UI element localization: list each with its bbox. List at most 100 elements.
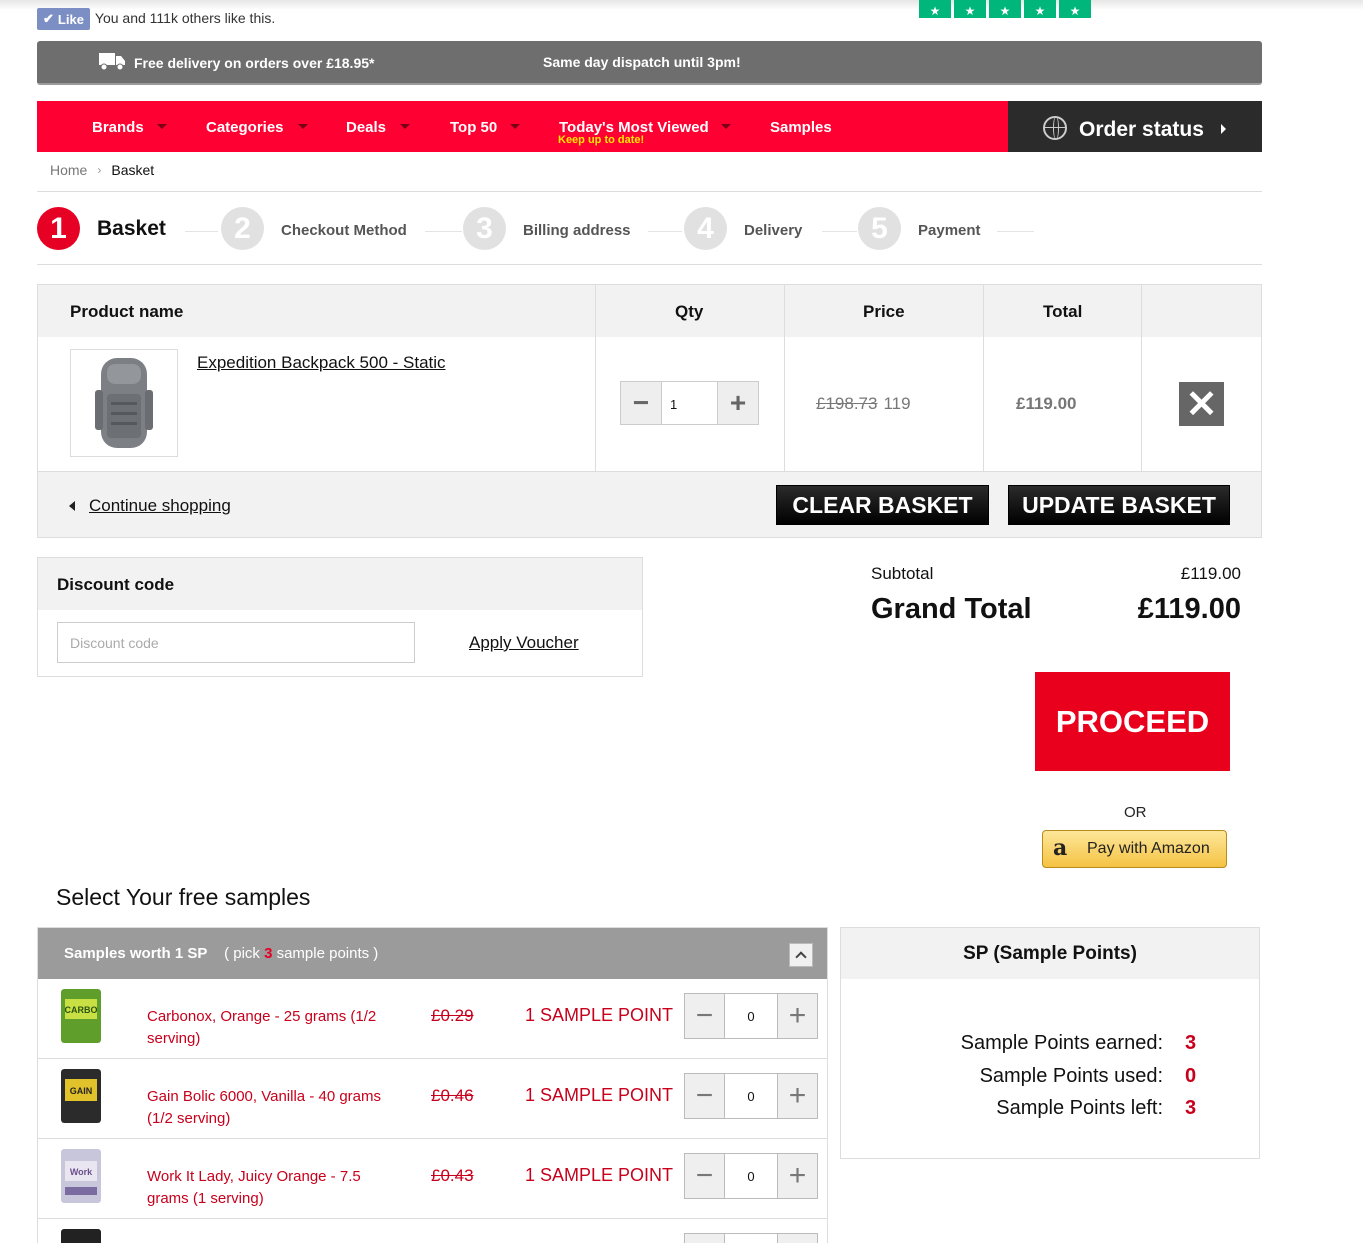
nav-categories[interactable]: Categories [206, 119, 284, 136]
step-basket: 1 Basket [37, 207, 166, 250]
quantity-input[interactable]: 1 [662, 381, 717, 425]
sample-quantity-input[interactable] [725, 1233, 777, 1243]
check-icon: ✔ [43, 11, 54, 26]
step-number: 4 [684, 207, 727, 250]
sample-quantity-stepper: − 0 + [684, 993, 818, 1039]
divider [595, 285, 596, 471]
points-left-row: Sample Points left: 3 [996, 1097, 1196, 1120]
points-left-label: Sample Points left: [996, 1097, 1163, 1119]
facebook-like-bar: ✔ Like You and 111k others like this. [37, 8, 275, 30]
truck-icon [99, 53, 125, 70]
sample-points-panel: SP (Sample Points) Sample Points earned:… [840, 927, 1260, 1159]
delivery-banner: Free delivery on orders over £18.95* Sam… [37, 41, 1262, 85]
sample-quantity-input[interactable]: 0 [725, 993, 777, 1039]
sample-quantity-stepper [684, 1233, 818, 1243]
sample-quantity-stepper: − 0 + [684, 1153, 818, 1199]
plus-icon[interactable] [777, 1233, 818, 1243]
discount-code-input[interactable]: Discount code [57, 622, 415, 663]
facebook-like-button[interactable]: ✔ Like [37, 8, 90, 30]
sample-name[interactable]: Gain Bolic 6000, Vanilla - 40 grams (1/2… [147, 1086, 397, 1130]
samples-group-label: Samples worth 1 SP [64, 945, 208, 962]
collapse-button[interactable] [789, 943, 813, 967]
pay-with-amazon-button[interactable]: a Pay with Amazon [1042, 830, 1227, 868]
sample-thumbnail: Work [61, 1149, 101, 1203]
sample-row: CARBO Carbonox, Orange - 25 grams (1/2 s… [38, 979, 827, 1059]
nav-samples[interactable]: Samples [770, 119, 832, 136]
clear-basket-button[interactable]: CLEAR BASKET [776, 485, 989, 525]
star-icon: ★ [919, 0, 951, 18]
minus-icon[interactable]: − [684, 1153, 725, 1199]
step-number: 5 [858, 207, 901, 250]
plus-icon[interactable]: + [777, 993, 818, 1039]
discount-panel: Discount code Discount code Apply Vouche… [37, 557, 643, 677]
nav-deals[interactable]: Deals [346, 119, 386, 136]
step-checkout-method: 2 Checkout Method [221, 207, 407, 250]
nav-top-50[interactable]: Top 50 [450, 119, 497, 136]
backpack-icon [95, 358, 153, 448]
sample-points: 1 SAMPLE POINT [525, 1005, 674, 1025]
samples-group-header[interactable]: Samples worth 1 SP ( pick 3 sample point… [38, 928, 827, 979]
sample-row-partial [38, 1219, 827, 1243]
amazon-logo-icon: a [1053, 835, 1068, 861]
caret-down-icon [721, 124, 731, 129]
minus-icon[interactable]: − [684, 993, 725, 1039]
quantity-stepper: − 1 + [620, 381, 759, 425]
plus-icon[interactable]: + [777, 1153, 818, 1199]
product-name-link[interactable]: Expedition Backpack 500 - Static [197, 353, 446, 373]
sample-name[interactable]: Work It Lady, Juicy Orange - 7.5 grams (… [147, 1166, 397, 1210]
breadcrumb-home[interactable]: Home [50, 162, 87, 178]
star-icon: ★ [954, 0, 986, 18]
caret-down-icon [298, 124, 308, 129]
sample-quantity-input[interactable]: 0 [725, 1153, 777, 1199]
remove-item-button[interactable]: ✕ [1179, 382, 1224, 426]
star-icon: ★ [1059, 0, 1091, 18]
minus-icon[interactable]: − [620, 381, 662, 425]
item-total: £119.00 [1016, 394, 1077, 413]
subtotal-label: Subtotal [871, 564, 934, 583]
pick-suffix: sample points ) [276, 945, 379, 962]
step-label: Billing address [523, 222, 631, 239]
samples-title: Select Your free samples [56, 884, 311, 910]
discount-title: Discount code [38, 558, 642, 610]
svg-text:Work: Work [70, 1167, 93, 1177]
chevron-up-icon [795, 951, 807, 963]
breadcrumb: Home › Basket [50, 162, 154, 178]
chevron-right-icon: › [97, 163, 102, 177]
proceed-button[interactable]: PROCEED [1035, 672, 1230, 771]
sample-old-price: £0.46 [431, 1086, 474, 1105]
trustpilot-stars: ★ ★ ★ ★ ★ [919, 0, 1091, 18]
step-connector [648, 231, 682, 232]
sample-name[interactable]: Carbonox, Orange - 25 grams (1/2 serving… [147, 1006, 397, 1050]
continue-shopping-link[interactable]: Continue shopping [69, 496, 231, 516]
sample-row: Work Work It Lady, Juicy Orange - 7.5 gr… [38, 1139, 827, 1219]
header-qty: Qty [675, 302, 704, 321]
order-status-button[interactable]: Order status [1008, 101, 1262, 152]
minus-icon[interactable]: − [684, 1073, 725, 1119]
item-price: £198.73 119 [816, 394, 911, 414]
divider [37, 191, 1262, 192]
basket-table: Product name Qty Price Total Expedition … [37, 284, 1262, 538]
divider [983, 285, 984, 471]
grand-total-label: Grand Total [871, 593, 1032, 625]
apply-voucher-link[interactable]: Apply Voucher [469, 633, 579, 653]
update-basket-button[interactable]: UPDATE BASKET [1008, 485, 1230, 525]
points-earned-label: Sample Points earned: [960, 1032, 1163, 1054]
sample-quantity-stepper: − 0 + [684, 1073, 818, 1119]
globe-icon [1043, 116, 1067, 140]
divider [784, 285, 785, 471]
step-delivery: 4 Delivery [684, 207, 802, 250]
step-connector [425, 231, 462, 232]
step-payment: 5 Payment [858, 207, 981, 250]
nav-brands[interactable]: Brands [92, 119, 144, 136]
sample-row: GAIN Gain Bolic 6000, Vanilla - 40 grams… [38, 1059, 827, 1139]
sample-old-price: £0.43 [431, 1166, 474, 1185]
minus-icon[interactable] [684, 1233, 725, 1243]
plus-icon[interactable]: + [777, 1073, 818, 1119]
product-image[interactable] [70, 349, 178, 457]
header-total: Total [1043, 302, 1083, 321]
plus-icon[interactable]: + [717, 381, 759, 425]
sample-quantity-input[interactable]: 0 [725, 1073, 777, 1119]
step-number: 2 [221, 207, 264, 250]
main-nav: Brands Categories Deals Top 50 Today's M… [37, 101, 1008, 152]
sample-points: 1 SAMPLE POINT [525, 1165, 674, 1185]
